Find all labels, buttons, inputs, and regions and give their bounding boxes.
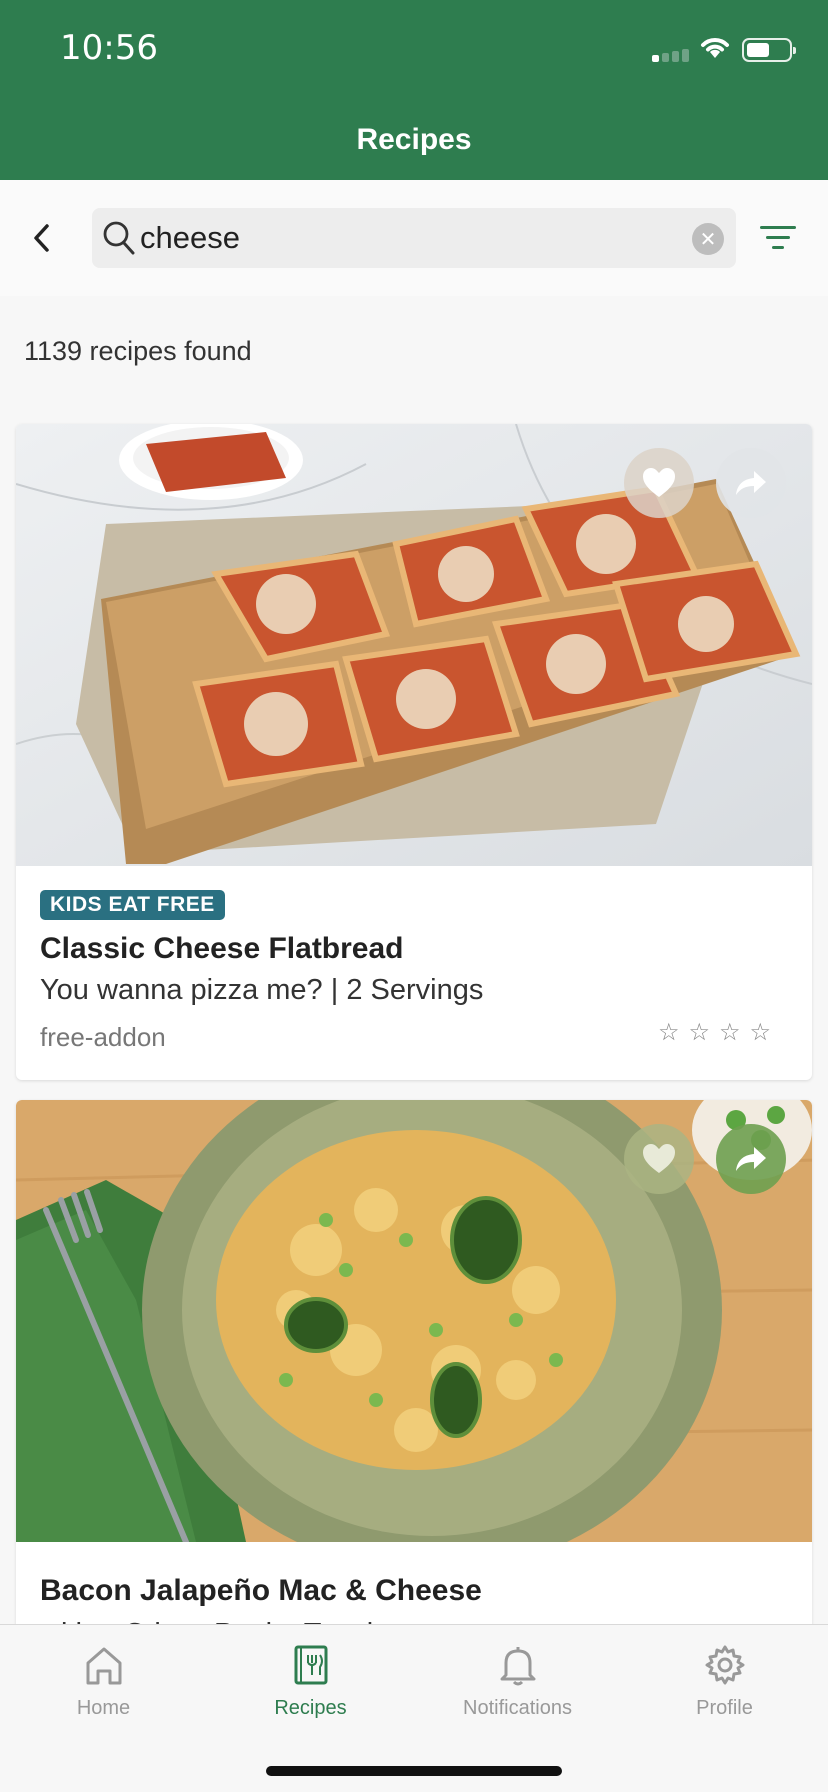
back-button[interactable] [32,216,62,260]
recipe-title: Classic Cheese Flatbread [40,932,404,965]
bell-icon [500,1647,535,1686]
share-arrow-icon [736,471,766,495]
filter-button[interactable] [760,222,800,254]
tab-profile[interactable]: Profile [621,1625,828,1745]
tab-label: Notifications [463,1697,572,1719]
star-icon[interactable]: ☆ [658,1018,680,1047]
search-input[interactable] [140,216,670,260]
kids-eat-free-badge: KIDS EAT FREE [40,890,225,920]
page-title: Recipes [356,123,472,156]
share-button[interactable] [716,1124,786,1194]
favorite-button[interactable] [624,448,694,518]
home-icon [86,1647,121,1685]
recipe-image [16,1100,812,1542]
results-count: 1139 recipes found [24,336,252,366]
gear-icon [705,1645,744,1685]
share-arrow-icon [736,1147,766,1171]
tab-label: Recipes [274,1697,347,1719]
star-icon[interactable]: ☆ [750,1018,772,1047]
clear-search-button[interactable]: ✕ [692,223,724,255]
search-icon [103,221,135,255]
heart-icon [643,468,675,497]
tab-notifications[interactable]: Notifications [414,1625,621,1745]
recipe-tag: free-addon [40,1022,166,1052]
status-bar: 10:56 [0,0,828,100]
star-rating[interactable]: ☆ ☆ ☆ ☆ [658,1018,771,1047]
app-header: Recipes [0,100,828,180]
recipes-book-icon [294,1645,327,1685]
share-button[interactable] [716,448,786,518]
star-icon[interactable]: ☆ [689,1018,711,1047]
tab-label: Home [76,1697,131,1719]
tab-label: Profile [696,1697,753,1719]
tab-home[interactable]: Home [0,1625,207,1745]
home-indicator [266,1766,562,1776]
cellular-signal-icon [652,48,692,62]
battery-icon [742,38,796,62]
status-time: 10:56 [60,28,158,68]
tab-recipes[interactable]: Recipes [207,1625,414,1745]
wifi-icon [701,38,729,58]
recipe-card[interactable]: Bacon Jalapeño Mac & Cheese with a Crisp… [16,1100,812,1660]
favorite-button[interactable] [624,1124,694,1194]
star-icon[interactable]: ☆ [719,1018,741,1047]
recipe-image [16,424,812,866]
heart-icon [643,1144,675,1173]
close-icon: ✕ [699,228,717,251]
chevron-left-icon [34,224,49,252]
search-field[interactable]: ✕ [92,208,736,268]
recipe-subtitle: You wanna pizza me? | 2 Servings [40,974,484,1006]
recipe-card[interactable]: KIDS EAT FREE Classic Cheese Flatbread Y… [16,424,812,1080]
recipe-title: Bacon Jalapeño Mac & Cheese [40,1574,482,1607]
search-bar: ✕ [0,180,828,296]
